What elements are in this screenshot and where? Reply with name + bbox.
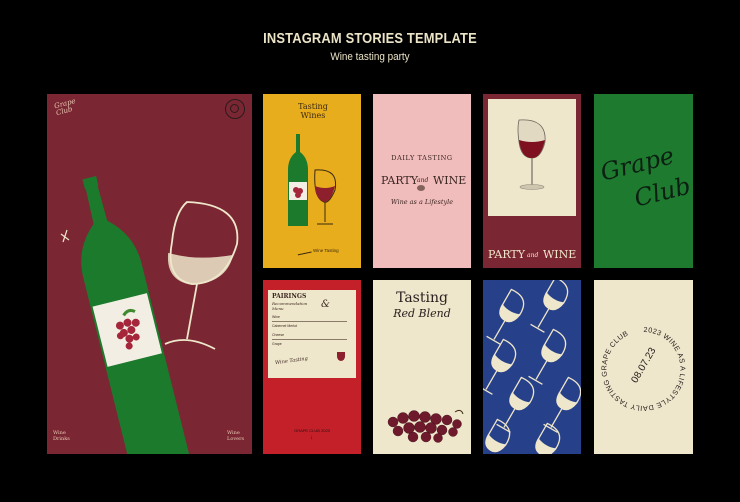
- party-label: PARTY: [381, 174, 419, 187]
- menu-row: Wine: [272, 315, 280, 319]
- wine-glass-outline: [164, 201, 239, 350]
- daily-tasting-arc: DAILY TASTING: [391, 154, 453, 162]
- menu-row: Cabernet Merlot: [272, 324, 298, 328]
- story-card-party-wine[interactable]: DAILY TASTING PARTY and WINE Wine as a L…: [373, 94, 471, 268]
- story-card-red-blend[interactable]: Tasting Red Blend: [373, 280, 471, 454]
- story-card-glass[interactable]: PARTY and WINE: [483, 94, 581, 268]
- grape-bunch-icon: [417, 185, 425, 191]
- menu-amp: &: [321, 299, 330, 310]
- wine-bottle-illustration: [60, 175, 239, 454]
- story-card-tasting-wines[interactable]: Tasting Wines Wine Tasting: [263, 94, 361, 268]
- wine-glass-mini-icon: [337, 352, 345, 361]
- story-card-glass-pattern[interactable]: [483, 280, 581, 454]
- bottom-left-label: Wine Drinks: [53, 430, 70, 442]
- red-wine-glass-icon: [517, 119, 546, 190]
- party-label: PARTY: [488, 248, 526, 261]
- menu-row: Grape: [272, 342, 282, 346]
- menu-row: Cheese: [272, 333, 285, 337]
- arrow-down-icon: ↓: [310, 435, 313, 441]
- card-footer: Wine Tasting: [313, 248, 339, 253]
- menu-heading: PAIRINGS: [272, 293, 307, 300]
- menu-subheading: Recommendation Menu: [272, 301, 308, 311]
- story-card-large[interactable]: Grape Club Wine Drinks Wine Lovers: [47, 94, 252, 454]
- club-word: Club: [631, 171, 693, 213]
- header-title: INSTAGRAM STORIES TEMPLATE: [263, 30, 477, 47]
- bottle-and-glass-icon: [288, 134, 337, 226]
- menu-divider: [272, 321, 347, 322]
- story-card-pairings[interactable]: PAIRINGS Recommendation Menu & Wine Cabe…: [263, 280, 361, 454]
- wine-label: WINE: [433, 174, 467, 187]
- grape-bunch-illustration: [387, 409, 464, 443]
- story-card-grape-club[interactable]: Grape Club: [594, 94, 693, 268]
- header-subtitle: Wine tasting party: [330, 51, 410, 63]
- and-label: and: [417, 177, 429, 184]
- menu-divider: [272, 339, 347, 340]
- wine-glass-pattern: [483, 280, 581, 454]
- wine-label: WINE: [543, 248, 577, 261]
- bottom-right-label: Wine Lovers: [227, 430, 245, 442]
- card-footer: GRAPE CLUB 2023: [294, 428, 330, 433]
- story-card-date-ring[interactable]: 2023 WINE AS A LIFESTYLE DAILY TASTING G…: [594, 280, 693, 454]
- and-label: and: [527, 252, 539, 259]
- tagline: Wine as a Lifestyle: [390, 198, 454, 206]
